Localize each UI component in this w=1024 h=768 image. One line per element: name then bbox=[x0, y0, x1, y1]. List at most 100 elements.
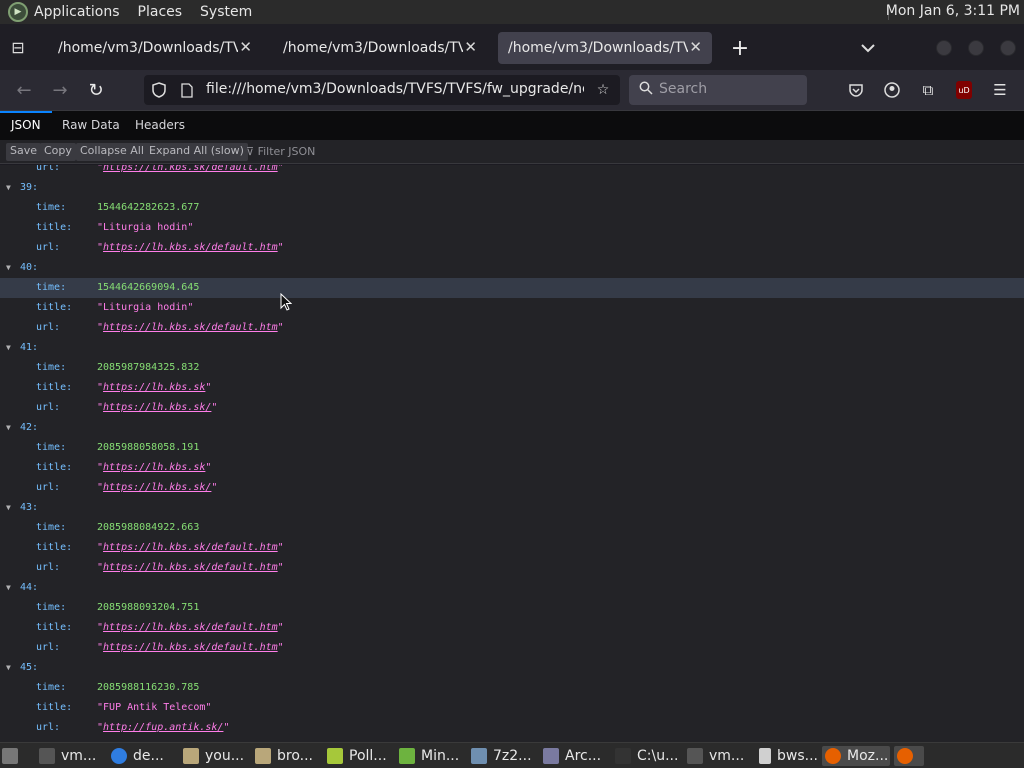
maximize-window-button[interactable] bbox=[968, 40, 984, 56]
json-link[interactable]: https://lh.kbs.sk bbox=[103, 382, 205, 393]
json-string-value[interactable]: "FUP Antik Telecom" bbox=[97, 702, 211, 713]
bookmark-star-icon[interactable]: ☆ bbox=[594, 81, 612, 99]
system-menu[interactable]: System bbox=[200, 4, 252, 20]
json-number-value[interactable]: 2085988116230.785 bbox=[97, 682, 199, 693]
json-link[interactable]: https://lh.kbs.sk/default.htm bbox=[103, 165, 278, 173]
tab-raw-data[interactable]: Raw Data bbox=[62, 118, 120, 132]
expand-arrow-icon[interactable]: ▼ bbox=[6, 663, 11, 672]
taskbar-item-7[interactable]: 7z2... bbox=[468, 746, 536, 766]
json-row-time[interactable]: time: 1544642669094.645 bbox=[0, 278, 1024, 298]
url-text[interactable]: file:///home/vm3/Downloads/TVFS/TVFS/fw_… bbox=[206, 81, 584, 97]
json-string-value[interactable]: "https://lh.kbs.sk/default.htm" bbox=[97, 622, 284, 633]
account-icon[interactable] bbox=[882, 80, 902, 100]
json-row-title[interactable]: title: "https://lh.kbs.sk" bbox=[0, 458, 1024, 478]
filter-json-input[interactable]: ⊽ Filter JSON bbox=[246, 145, 315, 158]
json-string-value[interactable]: "https://lh.kbs.sk" bbox=[97, 462, 211, 473]
copy-button[interactable]: Copy bbox=[40, 143, 76, 161]
shield-icon[interactable] bbox=[150, 81, 168, 99]
json-row-time[interactable]: time: 2085988084922.663 bbox=[0, 518, 1024, 538]
close-tab-icon[interactable]: ✕ bbox=[464, 38, 477, 56]
json-string-value[interactable]: "http://fup.antik.sk/" bbox=[97, 722, 229, 733]
expand-arrow-icon[interactable]: ▼ bbox=[6, 343, 11, 352]
new-tab-icon[interactable]: + bbox=[728, 36, 752, 61]
tab-2[interactable]: /home/vm3/Downloads/TVFS/TVFS/fw_upgrade… bbox=[273, 32, 487, 64]
url-bar[interactable]: file:///home/vm3/Downloads/TVFS/TVFS/fw_… bbox=[144, 75, 620, 105]
menu-hamburger-icon[interactable]: ☰ bbox=[990, 80, 1010, 100]
json-row-title[interactable]: title: "https://lh.kbs.sk/default.htm" bbox=[0, 618, 1024, 638]
json-link[interactable]: https://lh.kbs.sk/default.htm bbox=[103, 322, 278, 333]
pocket-icon[interactable] bbox=[846, 80, 866, 100]
json-string-value[interactable]: "Liturgia hodin" bbox=[97, 222, 193, 233]
tab-1[interactable]: /home/vm3/Downloads/TVFS/TVFS/fw_upgrade… bbox=[48, 32, 262, 64]
taskbar-item-3[interactable]: you... bbox=[180, 746, 248, 766]
json-link[interactable]: https://lh.kbs.sk/default.htm bbox=[103, 562, 278, 573]
json-object-row[interactable]: ▼ 45: bbox=[0, 658, 1024, 678]
forward-icon[interactable]: → bbox=[48, 78, 72, 102]
list-all-tabs-icon[interactable] bbox=[858, 38, 878, 58]
expand-arrow-icon[interactable]: ▼ bbox=[6, 583, 11, 592]
json-string-value[interactable]: "https://lh.kbs.sk" bbox=[97, 382, 211, 393]
json-row-title[interactable]: title: "FUP Antik Telecom" bbox=[0, 698, 1024, 718]
tab-3-active[interactable]: /home/vm3/Downloads/TVFS/TVFS/fw_upgrade… bbox=[498, 32, 712, 64]
applications-menu[interactable]: Applications bbox=[34, 4, 120, 20]
json-number-value[interactable]: 1544642282623.677 bbox=[97, 202, 199, 213]
show-desktop-icon[interactable] bbox=[2, 746, 26, 766]
save-button[interactable]: Save bbox=[6, 143, 42, 161]
search-bar[interactable]: Search bbox=[629, 75, 807, 105]
json-string-value[interactable]: "https://lh.kbs.sk/default.htm" bbox=[97, 542, 284, 553]
taskbar-item-11[interactable]: bws... bbox=[756, 746, 818, 766]
json-object-row[interactable]: ▼ 39: bbox=[0, 178, 1024, 198]
json-row-url[interactable]: url: "https://lh.kbs.sk/default.htm" bbox=[0, 318, 1024, 338]
json-number-value[interactable]: 2085988093204.751 bbox=[97, 602, 199, 613]
json-link[interactable]: https://lh.kbs.sk/ bbox=[103, 402, 211, 413]
json-object-row[interactable]: ▼ 42: bbox=[0, 418, 1024, 438]
json-link[interactable]: https://lh.kbs.sk/ bbox=[103, 482, 211, 493]
json-string-value[interactable]: "https://lh.kbs.sk/default.htm" bbox=[97, 242, 284, 253]
extensions-icon[interactable]: ⧉ bbox=[918, 80, 938, 100]
expand-all-button[interactable]: Expand All (slow) bbox=[145, 143, 248, 161]
json-row-time[interactable]: time: 2085987984325.832 bbox=[0, 358, 1024, 378]
tab-json[interactable]: JSON bbox=[11, 118, 41, 132]
tab-headers[interactable]: Headers bbox=[135, 118, 185, 132]
expand-arrow-icon[interactable]: ▼ bbox=[6, 503, 11, 512]
json-row-url[interactable]: url: "http://fup.antik.sk/" bbox=[0, 718, 1024, 738]
json-row-time[interactable]: time: 1544642282623.677 bbox=[0, 198, 1024, 218]
json-link[interactable]: https://lh.kbs.sk/default.htm bbox=[103, 242, 278, 253]
json-row-url[interactable]: url: "https://lh.kbs.sk/default.htm" bbox=[0, 638, 1024, 658]
json-string-value[interactable]: "https://lh.kbs.sk/default.htm" bbox=[97, 562, 284, 573]
close-window-button[interactable] bbox=[1000, 40, 1016, 56]
json-row-time[interactable]: time: 2085988116230.785 bbox=[0, 678, 1024, 698]
close-tab-icon[interactable]: ✕ bbox=[689, 38, 702, 56]
json-row-title[interactable]: title: "Liturgia hodin" bbox=[0, 218, 1024, 238]
taskbar-item-6[interactable]: Min... bbox=[396, 746, 464, 766]
json-row-url[interactable]: url: "https://lh.kbs.sk/" bbox=[0, 398, 1024, 418]
page-icon[interactable] bbox=[178, 81, 196, 99]
json-string-value[interactable]: "https://lh.kbs.sk/" bbox=[97, 402, 217, 413]
json-row-time[interactable]: time: 2085988093204.751 bbox=[0, 598, 1024, 618]
taskbar-item-10[interactable]: vm... bbox=[684, 746, 752, 766]
taskbar-item-12[interactable]: Moz... bbox=[822, 746, 890, 766]
json-row-url[interactable]: url: "https://lh.kbs.sk/default.htm" bbox=[0, 558, 1024, 578]
json-object-row[interactable]: ▼ 43: bbox=[0, 498, 1024, 518]
expand-arrow-icon[interactable]: ▼ bbox=[6, 183, 11, 192]
json-string-value[interactable]: "https://lh.kbs.sk/default.htm" bbox=[97, 642, 284, 653]
json-object-row[interactable]: ▼ 44: bbox=[0, 578, 1024, 598]
json-row-title[interactable]: title: "https://lh.kbs.sk/default.htm" bbox=[0, 538, 1024, 558]
json-link[interactable]: https://lh.kbs.sk bbox=[103, 462, 205, 473]
json-row-url[interactable]: url: "https://lh.kbs.sk/" bbox=[0, 478, 1024, 498]
json-number-value[interactable]: 2085987984325.832 bbox=[97, 362, 199, 373]
taskbar-item-2[interactable]: de... bbox=[108, 746, 176, 766]
taskbar-item-1[interactable]: vm... bbox=[36, 746, 104, 766]
minimize-window-button[interactable] bbox=[936, 40, 952, 56]
json-link[interactable]: http://fup.antik.sk/ bbox=[103, 722, 223, 733]
reload-icon[interactable]: ↻ bbox=[84, 78, 108, 102]
json-number-value[interactable]: 2085988084922.663 bbox=[97, 522, 199, 533]
taskbar-item-9[interactable]: C:\u... bbox=[612, 746, 680, 766]
places-menu[interactable]: Places bbox=[138, 4, 183, 20]
json-link[interactable]: https://lh.kbs.sk/default.htm bbox=[103, 642, 278, 653]
taskbar-item-4[interactable]: bro... bbox=[252, 746, 320, 766]
json-object-row[interactable]: ▼ 41: bbox=[0, 338, 1024, 358]
ublock-origin-icon[interactable]: uD bbox=[956, 81, 972, 99]
json-string-value[interactable]: "https://lh.kbs.sk/default.htm" bbox=[97, 322, 284, 333]
taskbar-item-8[interactable]: Arc... bbox=[540, 746, 608, 766]
